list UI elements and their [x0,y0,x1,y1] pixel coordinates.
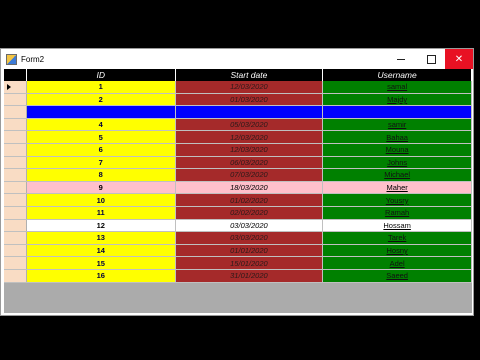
username-cell[interactable]: samal [322,81,472,94]
table-row[interactable]: 9 18/03/2020 Maher [4,181,472,195]
close-button[interactable]: ✕ [445,49,473,69]
row-header[interactable] [4,118,27,132]
table-row[interactable]: 2 01/03/2020 Majdy [4,93,472,107]
username-cell[interactable]: Hosny [322,244,472,258]
header-row: ID Start date Username [4,69,472,81]
username-cell[interactable]: Johns [322,156,472,170]
username-cell[interactable]: samir [322,118,472,132]
corner-header[interactable] [4,69,27,81]
column-header-username[interactable]: Username [322,69,472,81]
row-header[interactable] [4,168,27,182]
table-row[interactable]: 13 03/03/2020 Tarek [4,231,472,245]
start-date-cell[interactable]: 01/01/2020 [175,244,324,258]
table-row[interactable]: 16 31/01/2020 Saeed [4,269,472,283]
start-date-cell[interactable]: 03/03/2020 [175,219,324,233]
username-cell[interactable]: Maher [322,181,472,195]
minimize-icon [397,58,405,60]
id-cell[interactable]: 7 [26,156,176,170]
table-row[interactable]: 3 [4,105,472,119]
minimize-button[interactable] [387,49,415,69]
start-date-cell[interactable]: 12/03/2020 [175,130,324,144]
username-cell[interactable]: Yousry [322,193,472,207]
id-cell[interactable]: 2 [26,93,176,107]
maximize-button[interactable] [417,49,445,69]
column-header-start-date[interactable]: Start date [175,69,324,81]
data-grid[interactable]: ID Start date Username 1 12/03/2020 samal 2… [4,69,472,313]
username-cell[interactable]: Ramah [322,206,472,220]
id-cell[interactable]: 12 [26,219,176,233]
id-cell[interactable]: 15 [26,256,176,270]
row-header[interactable] [4,206,27,220]
row-header[interactable] [4,269,27,283]
table-row[interactable]: 8 07/03/2020 Michael [4,168,472,182]
username-cell[interactable]: Michael [322,168,472,182]
form2-window: Form2 ✕ ID Start date Username 1 12/03/20… [0,48,474,316]
table-row[interactable]: 4 05/03/2020 samir [4,118,472,132]
row-header[interactable] [4,143,27,157]
table-row[interactable]: 10 01/02/2020 Yousry [4,193,472,207]
maximize-icon [426,54,436,64]
table-row[interactable]: 5 12/03/2020 Bahaa [4,130,472,144]
table-row[interactable]: 11 02/02/2020 Ramah [4,206,472,220]
start-date-cell[interactable]: 06/03/2020 [175,156,324,170]
username-cell[interactable] [322,105,472,119]
close-icon: ✕ [454,53,464,65]
table-row[interactable]: 12 03/03/2020 Hossam [4,219,472,233]
title-bar[interactable]: Form2 ✕ [1,49,473,69]
id-cell[interactable]: 8 [26,168,176,182]
start-date-cell[interactable]: 03/03/2020 [175,231,324,245]
start-date-cell[interactable]: 01/03/2020 [175,93,324,107]
row-header[interactable] [4,93,27,107]
username-cell[interactable]: Mouna [322,143,472,157]
row-header[interactable] [4,231,27,245]
start-date-cell[interactable]: 12/03/2020 [175,81,324,94]
row-header[interactable] [4,130,27,144]
id-cell[interactable]: 3 [26,105,176,119]
window-title: Form2 [21,54,45,64]
row-header[interactable] [4,256,27,270]
id-cell[interactable]: 10 [26,193,176,207]
form-app-icon [6,53,17,65]
start-date-cell[interactable]: 01/02/2020 [175,193,324,207]
row-header[interactable] [4,244,27,258]
row-header-current[interactable] [4,81,27,94]
table-row[interactable]: 6 12/03/2020 Mouna [4,143,472,157]
id-cell[interactable]: 13 [26,231,176,245]
username-cell[interactable]: Tarek [322,231,472,245]
table-row[interactable]: 15 15/01/2020 Adel [4,256,472,270]
table-row[interactable]: 14 01/01/2020 Hosny [4,244,472,258]
id-cell[interactable]: 16 [26,269,176,283]
start-date-cell[interactable]: 12/03/2020 [175,143,324,157]
id-cell[interactable]: 5 [26,130,176,144]
username-cell[interactable]: Adel [322,256,472,270]
table-row[interactable]: 1 12/03/2020 samal [4,81,472,94]
start-date-cell[interactable]: 07/03/2020 [175,168,324,182]
row-header[interactable] [4,105,27,119]
id-cell[interactable]: 1 [26,81,176,94]
row-header[interactable] [4,193,27,207]
row-header[interactable] [4,156,27,170]
username-cell[interactable]: Majdy [322,93,472,107]
start-date-cell[interactable]: 02/02/2020 [175,206,324,220]
id-cell[interactable]: 4 [26,118,176,132]
id-cell[interactable]: 9 [26,181,176,195]
username-cell[interactable]: Saeed [322,269,472,283]
table-row[interactable]: 7 06/03/2020 Johns [4,156,472,170]
start-date-cell[interactable] [175,105,324,119]
start-date-cell[interactable]: 31/01/2020 [175,269,324,283]
id-cell[interactable]: 14 [26,244,176,258]
grid-table: ID Start date Username 1 12/03/2020 samal 2… [4,69,472,283]
row-header[interactable] [4,181,27,195]
start-date-cell[interactable]: 05/03/2020 [175,118,324,132]
id-cell[interactable]: 11 [26,206,176,220]
column-header-id[interactable]: ID [26,69,176,81]
row-header[interactable] [4,219,27,233]
username-cell[interactable]: Hossam [322,219,472,233]
start-date-cell[interactable]: 18/03/2020 [175,181,324,195]
id-cell[interactable]: 6 [26,143,176,157]
start-date-cell[interactable]: 15/01/2020 [175,256,324,270]
grid-body: 1 12/03/2020 samal 2 01/03/2020 Majdy 3 4 05/03/… [4,81,472,283]
username-cell[interactable]: Bahaa [322,130,472,144]
